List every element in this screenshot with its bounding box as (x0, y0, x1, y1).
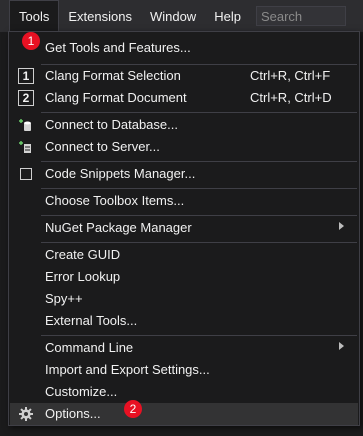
menu-item-label: Customize... (45, 384, 118, 399)
menu-item-label: Clang Format Document (45, 90, 187, 105)
menu-item-connect-database[interactable]: Connect to Database... (10, 114, 358, 136)
separator (41, 335, 357, 336)
menu-window[interactable]: Window (141, 0, 205, 32)
menu-item-error-lookup[interactable]: Error Lookup (10, 266, 358, 288)
menu-help[interactable]: Help (205, 0, 250, 32)
annotation-badge-1: 1 (22, 32, 40, 50)
shortcut-label: Ctrl+R, Ctrl+F (250, 68, 331, 83)
search-input[interactable]: Search (255, 6, 346, 26)
menu-item-code-snippets[interactable]: Code Snippets Manager... (10, 163, 358, 185)
menu-item-options[interactable]: Options... (10, 403, 358, 425)
menu-item-label: Options... (45, 406, 101, 421)
menu-item-label: Code Snippets Manager... (45, 166, 196, 181)
menu-item-clang-format-selection[interactable]: 1 Clang Format Selection Ctrl+R, Ctrl+F (10, 65, 358, 87)
submenu-arrow-icon (339, 342, 344, 350)
menu-item-label: Connect to Server... (45, 139, 160, 154)
menu-item-get-tools[interactable]: Get Tools and Features... (10, 37, 358, 59)
menu-bar: Tools Extensions Window Help Search (0, 0, 363, 32)
menu-item-spy[interactable]: Spy++ (10, 288, 358, 310)
submenu-arrow-icon (339, 222, 344, 230)
menu-item-external-tools[interactable]: External Tools... (10, 310, 358, 332)
menu-item-label: Connect to Database... (45, 117, 178, 132)
menu-item-label: Create GUID (45, 247, 121, 262)
menu-item-label: Choose Toolbox Items... (45, 193, 185, 208)
menu-item-import-export[interactable]: Import and Export Settings... (10, 359, 358, 381)
menu-item-customize[interactable]: Customize... (10, 381, 358, 403)
separator (41, 215, 357, 216)
database-icon (19, 119, 31, 131)
menu-extensions[interactable]: Extensions (59, 0, 141, 32)
menu-item-create-guid[interactable]: Create GUID (10, 244, 358, 266)
snippet-icon (20, 168, 32, 180)
number-2-icon: 2 (18, 90, 34, 106)
menu-item-connect-server[interactable]: Connect to Server... (10, 136, 358, 158)
annotation-badge-2: 2 (124, 400, 142, 418)
server-icon (19, 141, 31, 153)
separator (41, 112, 357, 113)
separator (41, 161, 357, 162)
menu-item-nuget[interactable]: NuGet Package Manager (10, 217, 358, 239)
menu-item-label: Clang Format Selection (45, 68, 181, 83)
menu-item-label: Import and Export Settings... (45, 362, 210, 377)
menu-item-label: Spy++ (45, 291, 83, 306)
separator (41, 242, 357, 243)
tools-dropdown-menu: Get Tools and Features... 1 Clang Format… (8, 31, 360, 426)
gear-icon (19, 407, 33, 421)
menu-tools[interactable]: Tools (9, 0, 60, 32)
menu-item-label: Command Line (45, 340, 134, 355)
menu-item-choose-toolbox-items[interactable]: Choose Toolbox Items... (10, 190, 358, 212)
menu-item-label: External Tools... (45, 313, 138, 328)
menu-item-label: Error Lookup (45, 269, 121, 284)
number-1-icon: 1 (18, 68, 34, 84)
separator (41, 188, 357, 189)
shortcut-label: Ctrl+R, Ctrl+D (250, 90, 332, 105)
menu-item-clang-format-document[interactable]: 2 Clang Format Document Ctrl+R, Ctrl+D (10, 87, 358, 109)
menu-item-label: NuGet Package Manager (45, 220, 192, 235)
menu-item-command-line[interactable]: Command Line (10, 337, 358, 359)
menu-item-label: Get Tools and Features... (45, 40, 191, 55)
